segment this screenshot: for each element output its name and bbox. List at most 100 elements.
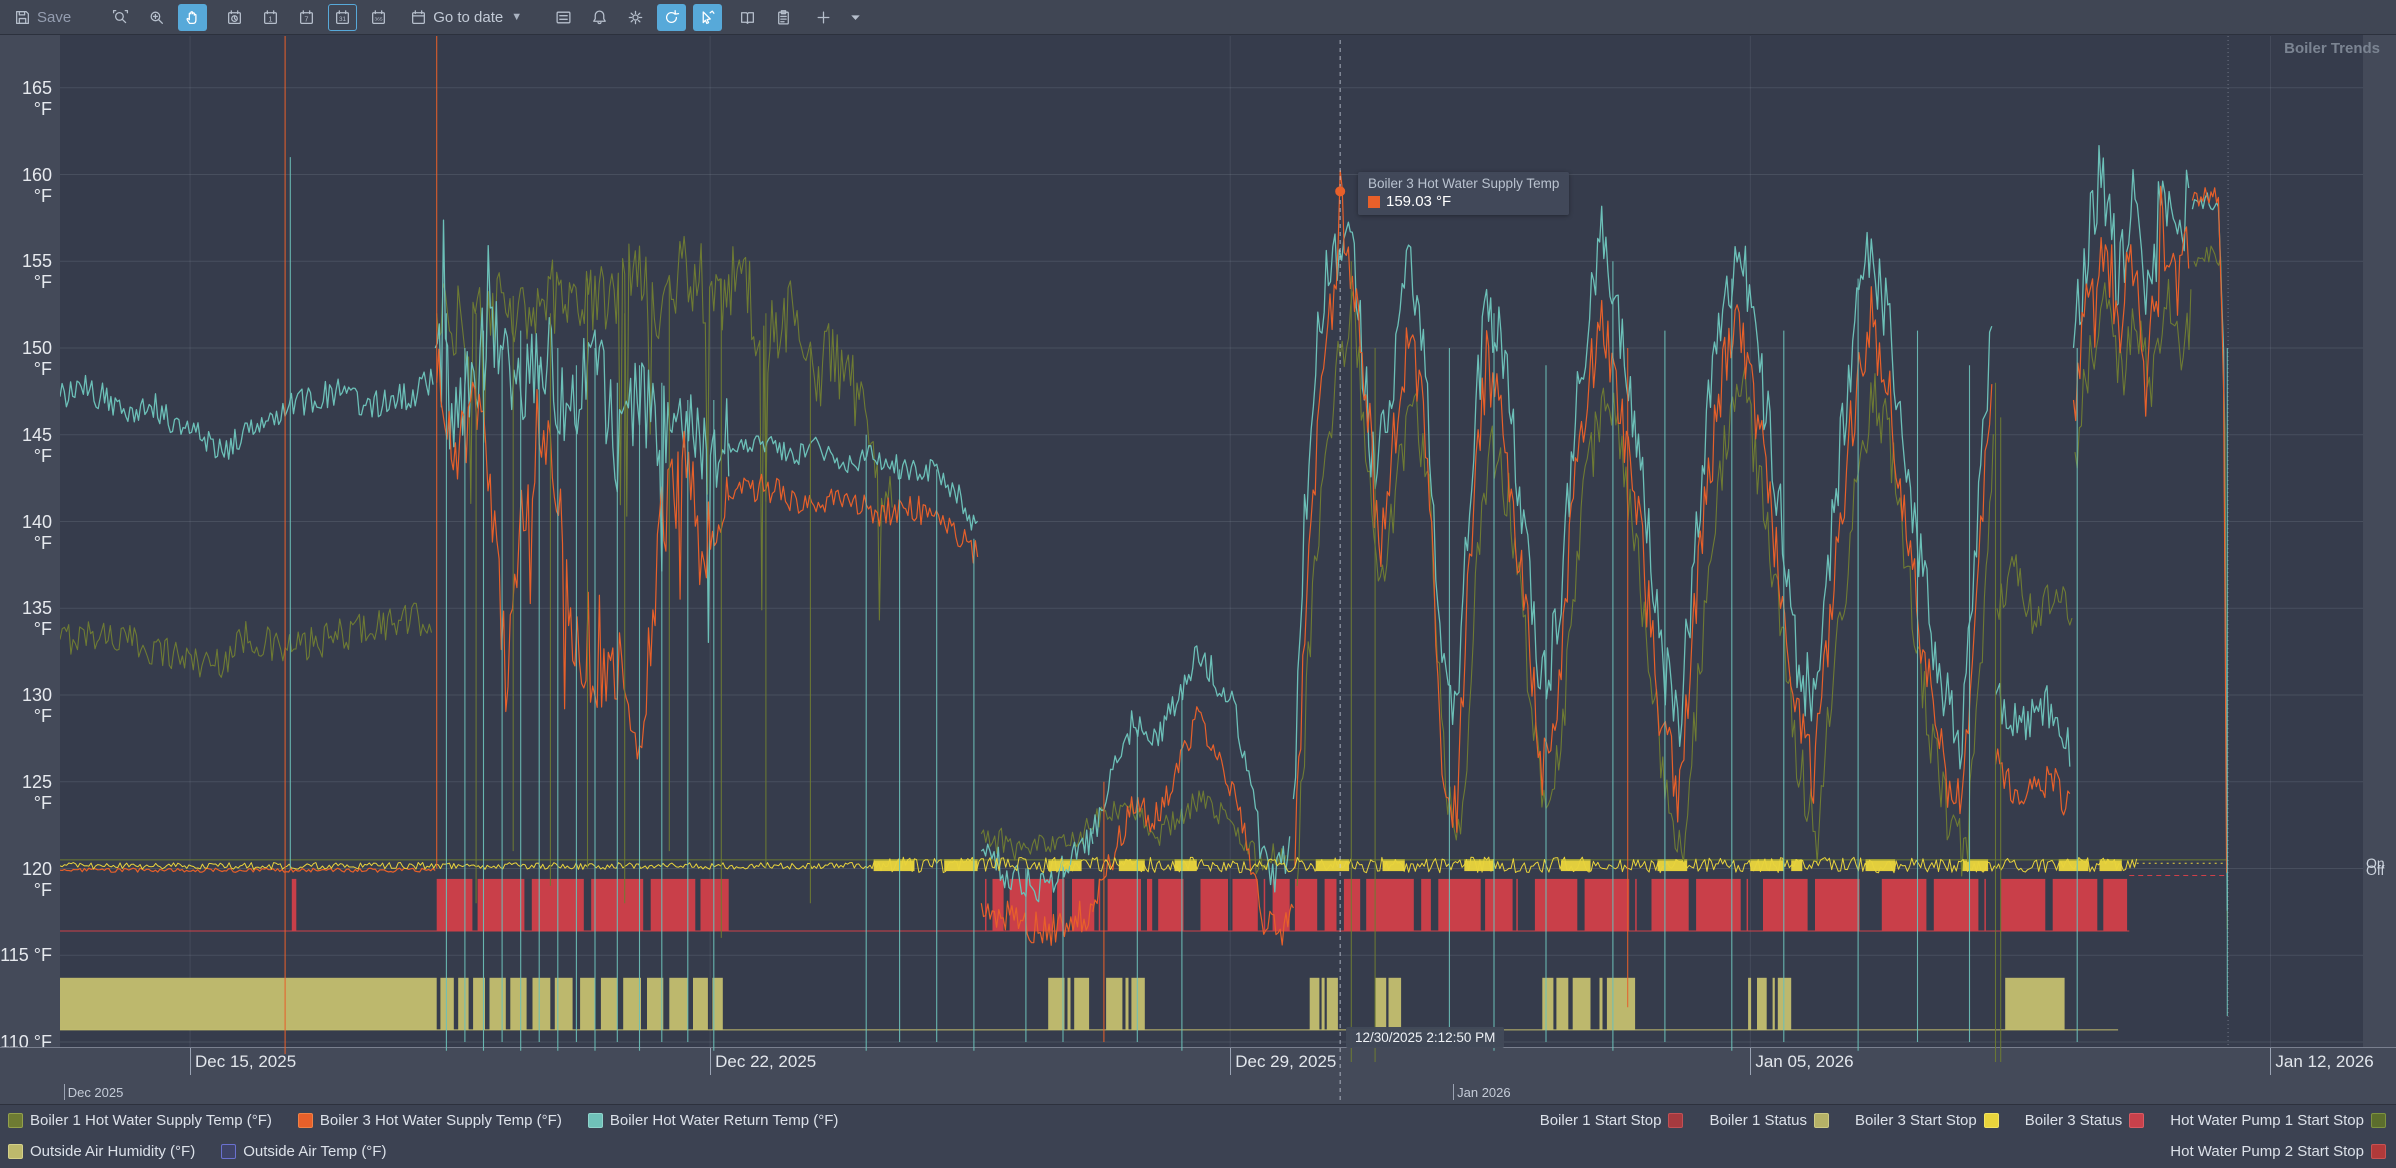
legend-item[interactable]: Boiler Hot Water Return Temp (°F) [588,1112,839,1129]
x-axis-tick [1230,1048,1231,1075]
go-to-date-button[interactable]: Go to date ▼ [404,4,528,31]
table-icon [555,9,572,26]
calendar-icon [410,9,427,26]
calendar-clock-icon [226,9,243,26]
legend-item[interactable]: Boiler 1 Hot Water Supply Temp (°F) [8,1112,272,1129]
clipboard-button[interactable] [769,4,798,31]
x-axis-month-tick [1453,1084,1454,1100]
calendar-clock-button[interactable] [220,4,249,31]
legend-item[interactable]: Hot Water Pump 1 Start Stop [2170,1112,2386,1129]
legend-item[interactable]: Boiler 3 Hot Water Supply Temp (°F) [298,1112,562,1129]
y-axis-label: 145 °F [0,425,52,467]
legend-swatch [8,1113,23,1128]
right-axis-off-label: Off [2366,862,2384,878]
legend-swatch [1984,1113,1999,1128]
legend-label: Boiler Hot Water Return Temp (°F) [610,1112,839,1129]
annotate-button[interactable] [693,4,722,31]
save-label: Save [37,9,71,26]
tooltip-series-swatch [1368,196,1380,208]
legend-analog-group: Boiler 1 Hot Water Supply Temp (°F) Boile… [8,1105,838,1167]
caret-down-icon [847,9,864,26]
y-axis-label: 165 °F [0,78,52,120]
calendar-year-button[interactable]: 365 [364,4,393,31]
legend-swatch [2371,1113,2386,1128]
legend-label: Boiler 3 Hot Water Supply Temp (°F) [320,1112,562,1129]
trend-chart[interactable] [0,0,2396,1168]
legend-label: Outside Air Temp (°F) [243,1143,386,1160]
y-axis-label: 155 °F [0,251,52,293]
legend-item[interactable]: Hot Water Pump 2 Start Stop [2170,1143,2386,1160]
caret-down-icon: ▼ [511,11,522,23]
x-axis-tick [710,1048,711,1075]
x-axis-band: Dec 15, 2025Dec 22, 2025Dec 29, 2025Jan … [0,1047,2396,1104]
calendar-month-button[interactable]: 31 [328,4,357,31]
legend-swatch [2129,1113,2144,1128]
legend-item[interactable]: Boiler 3 Start Stop [1855,1112,1999,1129]
right-axis-gutter: On Off [2363,35,2396,1047]
refresh-button[interactable] [657,4,686,31]
legend-swatch [298,1113,313,1128]
svg-text:31: 31 [339,16,347,23]
table-button[interactable] [549,4,578,31]
legend-item[interactable]: Boiler 1 Status [1709,1112,1829,1129]
x-axis-tick [190,1048,191,1075]
save-icon [14,9,31,26]
refresh-icon [663,9,680,26]
x-axis-label: Jan 12, 2026 [2275,1052,2373,1072]
zoom-box-button[interactable] [106,4,135,31]
legend-item[interactable]: Outside Air Humidity (°F) [8,1143,195,1160]
legend-label: Outside Air Humidity (°F) [30,1143,195,1160]
legend-item[interactable]: Boiler 1 Start Stop [1540,1112,1684,1129]
go-to-date-label: Go to date [433,9,503,26]
legend-label: Boiler 1 Status [1709,1112,1807,1129]
zoom-box-icon [112,9,129,26]
y-axis-label: 140 °F [0,512,52,554]
svg-text:7: 7 [305,14,309,23]
y-axis-label: 135 °F [0,598,52,640]
legend-swatch [1668,1113,1683,1128]
pointer-trend-icon [699,9,716,26]
svg-text:1: 1 [269,14,273,23]
y-axis-label: 160 °F [0,165,52,207]
hover-tooltip: Boiler 3 Hot Water Supply Temp 159.03 °F [1358,172,1569,215]
legend-bar: Boiler 1 Hot Water Supply Temp (°F) Boile… [0,1104,2396,1168]
legend-label: Boiler 1 Start Stop [1540,1112,1662,1129]
legend-swatch [8,1144,23,1159]
x-axis-month-tick [64,1084,65,1100]
cursor-timestamp: 12/30/2025 2:12:50 PM [1346,1027,1504,1048]
alarms-button[interactable] [585,4,614,31]
gear-icon [627,9,644,26]
legend-label: Boiler 3 Status [2025,1112,2123,1129]
tooltip-value: 159.03 °F [1386,193,1451,210]
calendar-31-icon: 31 [334,9,351,26]
calendar-365-icon: 365 [370,9,387,26]
x-axis-tick [2270,1048,2271,1075]
legend-label: Hot Water Pump 2 Start Stop [2170,1143,2364,1160]
book-icon [739,9,756,26]
x-axis-tick [1750,1048,1751,1075]
settings-button[interactable] [621,4,650,31]
legend-label: Boiler 3 Start Stop [1855,1112,1977,1129]
zoom-in-button[interactable] [142,4,171,31]
tooltip-series-name: Boiler 3 Hot Water Supply Temp [1368,176,1559,191]
add-button[interactable] [809,4,838,31]
save-button[interactable]: Save [8,4,77,31]
y-axis-label: 150 °F [0,338,52,380]
legend-item[interactable]: Boiler 3 Status [2025,1112,2145,1129]
more-button[interactable] [841,4,870,31]
x-axis-label: Dec 22, 2025 [715,1052,816,1072]
y-axis-label: 125 °F [0,772,52,814]
calendar-week-button[interactable]: 7 [292,4,321,31]
legend-swatch [1814,1113,1829,1128]
clipboard-icon [775,9,792,26]
calendar-day-button[interactable]: 1 [256,4,285,31]
pan-button[interactable] [178,4,207,31]
legend-swatch [221,1144,236,1159]
y-axis-gutter: 165 °F 160 °F 155 °F 150 °F 145 °F 140 °F 135 … [0,35,60,1047]
legend-item[interactable]: Outside Air Temp (°F) [221,1143,386,1160]
journal-button[interactable] [733,4,762,31]
x-axis-label: Dec 29, 2025 [1235,1052,1336,1072]
calendar-1-icon: 1 [262,9,279,26]
y-axis-label: 115 °F [0,945,52,966]
svg-text:365: 365 [375,16,383,22]
